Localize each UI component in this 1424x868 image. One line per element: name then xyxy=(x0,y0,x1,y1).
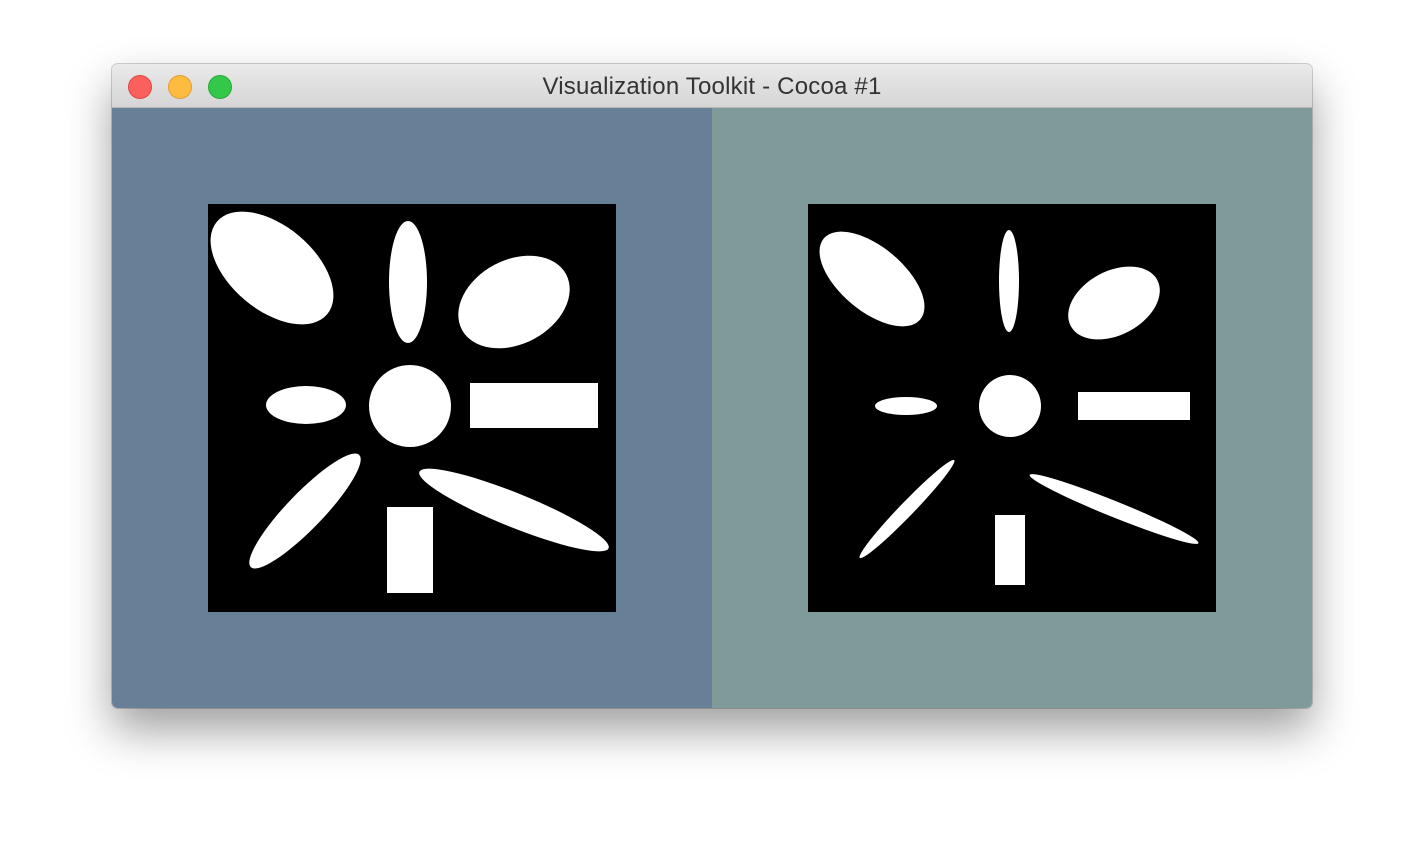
ellipse-top-right xyxy=(1068,266,1160,340)
ellipse-top-left xyxy=(819,231,925,327)
shapes-original xyxy=(210,211,609,593)
shapes-eroded xyxy=(819,230,1199,585)
ellipse-top-right xyxy=(458,255,570,349)
rect-vertical xyxy=(387,507,433,593)
binary-image-original xyxy=(208,204,616,612)
window-title: Visualization Toolkit - Cocoa #1 xyxy=(542,73,882,100)
ellipse-bottom-left xyxy=(859,459,955,559)
render-viewport-left[interactable] xyxy=(112,108,712,708)
circle-center xyxy=(979,375,1041,437)
ellipse-middle-left xyxy=(266,386,346,424)
render-viewport-right[interactable] xyxy=(712,108,1312,708)
rect-horizontal xyxy=(470,383,598,428)
ellipse-top-left xyxy=(210,211,334,325)
circle-center xyxy=(369,365,451,447)
binary-image-eroded xyxy=(808,204,1216,612)
ellipse-bottom-left xyxy=(249,453,361,569)
ellipse-top-middle xyxy=(999,230,1019,332)
rect-horizontal xyxy=(1078,392,1190,420)
rect-vertical xyxy=(995,515,1025,585)
ellipse-middle-left xyxy=(875,397,937,415)
ellipse-bottom-right xyxy=(1029,474,1199,544)
title-bar[interactable]: Visualization Toolkit - Cocoa #1 xyxy=(112,64,1312,108)
ellipse-bottom-right xyxy=(419,468,609,552)
app-window: Visualization Toolkit - Cocoa #1 xyxy=(112,64,1312,708)
ellipse-top-middle xyxy=(389,221,427,343)
